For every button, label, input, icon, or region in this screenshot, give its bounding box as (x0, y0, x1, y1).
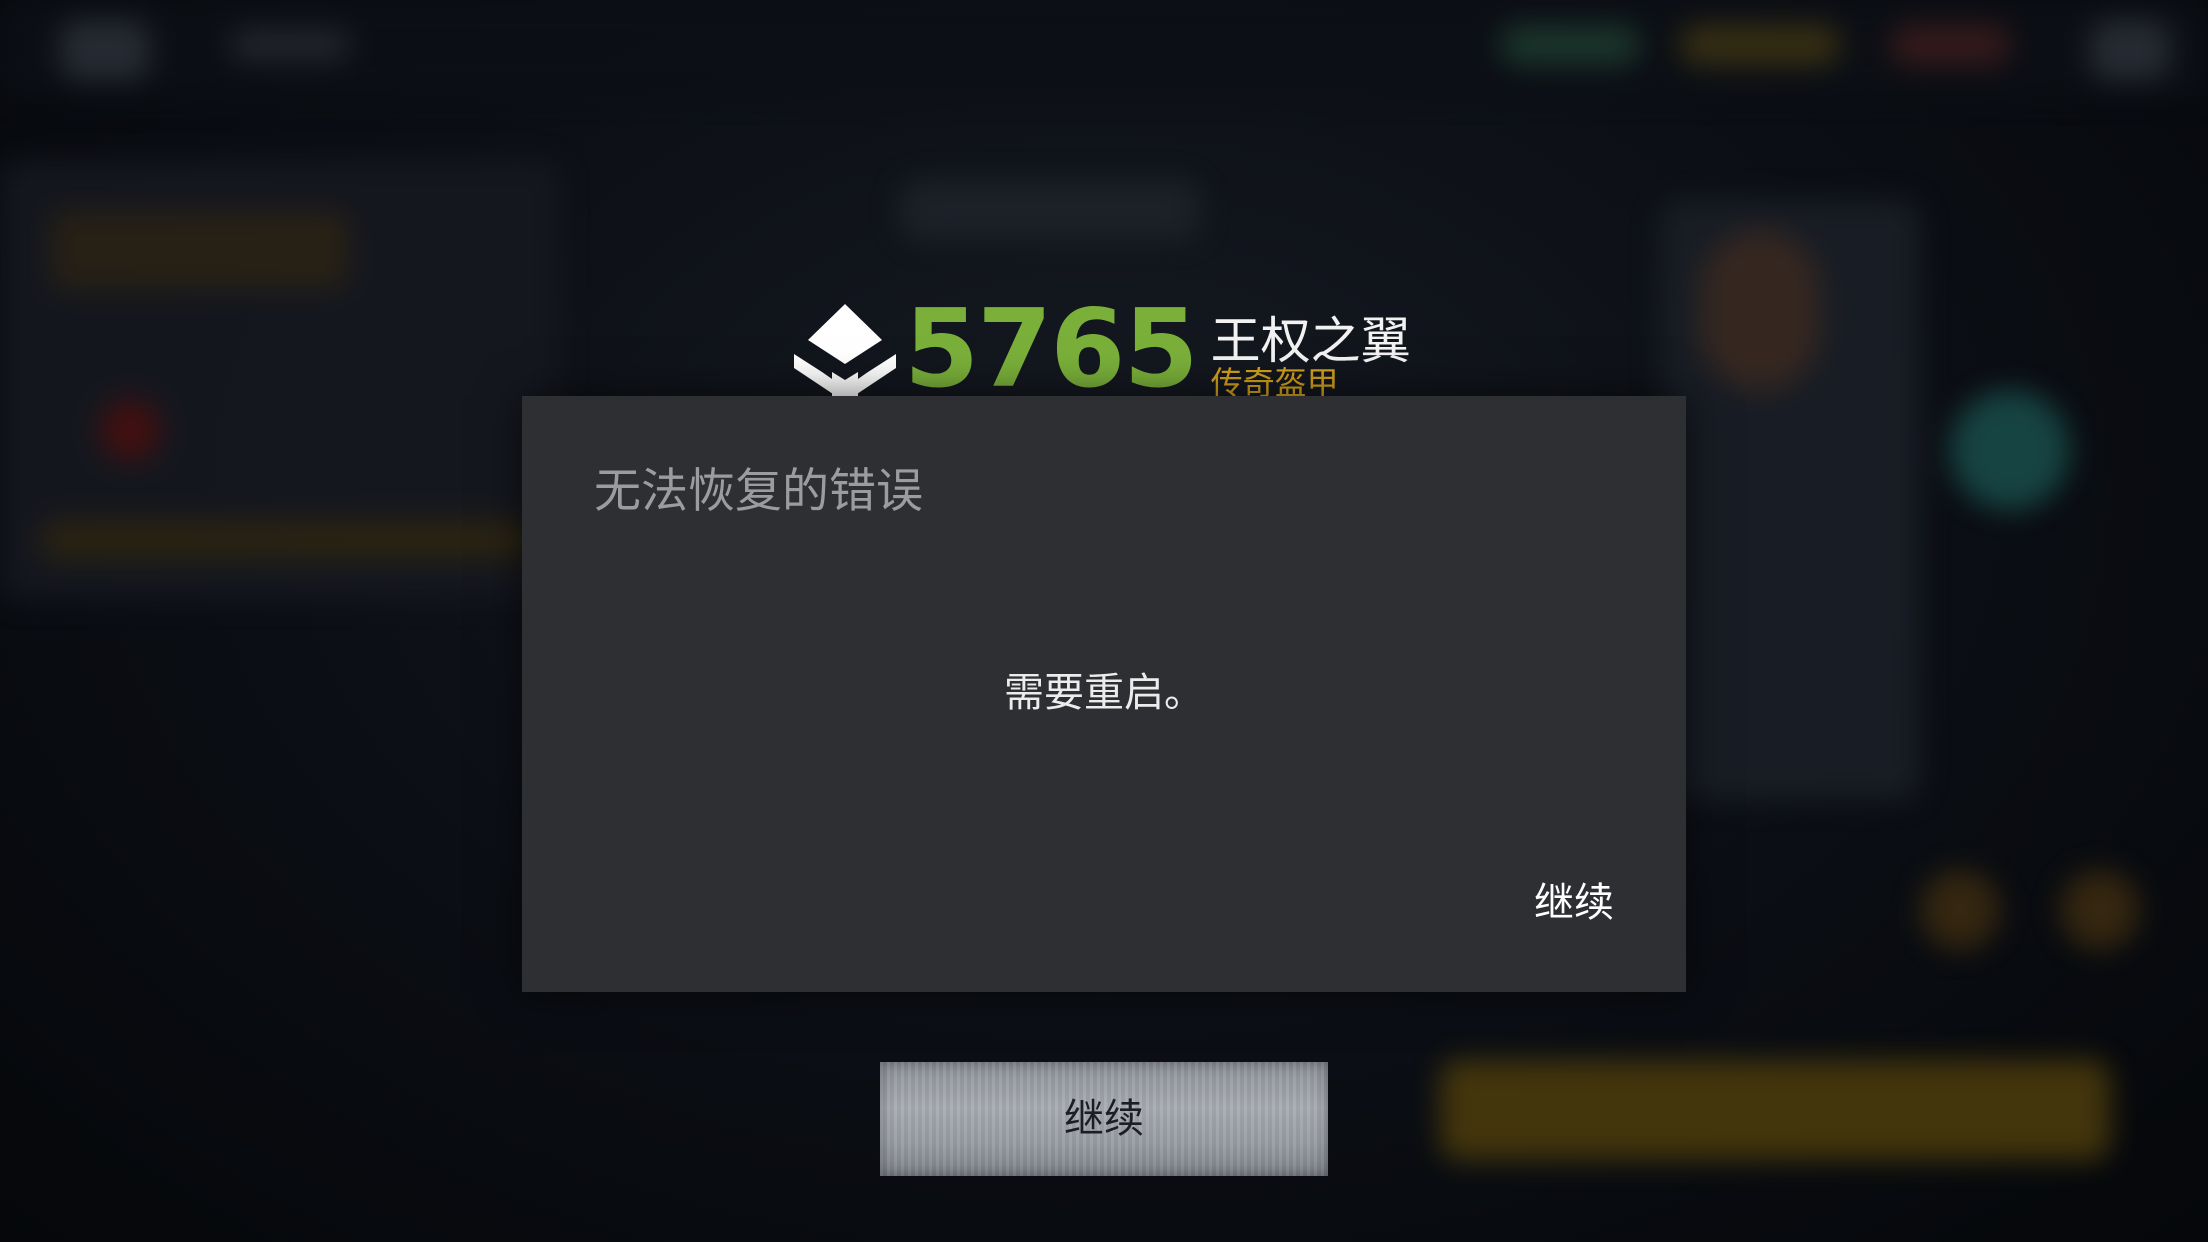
bg-shape (50, 210, 350, 290)
bg-shape (100, 400, 160, 460)
dialog-continue-button[interactable]: 继续 (1534, 876, 1614, 930)
item-header: 5765 王权之翼 传奇盔甲 (792, 287, 1411, 412)
bg-shape (900, 180, 1200, 240)
bg-shape (1680, 25, 1840, 65)
bg-shape (1890, 25, 2010, 65)
bg-shape (1950, 390, 2070, 510)
dialog-message: 需要重启。 (1004, 670, 1204, 716)
power-level-diamond-icon (794, 304, 896, 402)
bg-shape (1440, 1060, 2110, 1160)
bg-shape (230, 30, 350, 60)
game-screen: 5765 王权之翼 传奇盔甲 无法恢复的错误 需要重启。 继续 继续 (0, 0, 2208, 1242)
bg-shape (40, 520, 540, 560)
item-text: 王权之翼 传奇盔甲 (1211, 300, 1411, 400)
item-rarity: 传奇盔甲 (1210, 364, 1339, 402)
continue-button-label: 继续 (1064, 1096, 1144, 1142)
item-name: 王权之翼 (1210, 312, 1411, 370)
dialog-title: 无法恢复的错误 (594, 464, 923, 519)
power-level-value: 5765 (904, 287, 1199, 412)
bg-shape (2090, 20, 2170, 80)
bg-shape (60, 20, 150, 80)
continue-button[interactable]: 继续 (880, 1062, 1328, 1176)
bg-shape (1500, 25, 1640, 65)
bg-shape (1700, 230, 1820, 390)
error-dialog: 无法恢复的错误 需要重启。 继续 (522, 396, 1686, 992)
bg-shape (1920, 870, 2000, 950)
bg-shape (2060, 870, 2140, 950)
